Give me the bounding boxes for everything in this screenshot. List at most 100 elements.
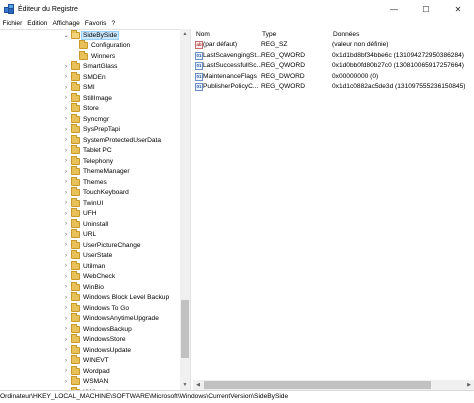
scroll-down-arrow-icon[interactable]: ▼ [180,380,190,390]
chevron-right-icon[interactable]: › [62,95,70,101]
chevron-right-icon[interactable]: › [62,148,70,154]
value-row[interactable]: 01 PublisherPolicyC... REG_QWORD 0x1d1c0882… [193,82,474,93]
chevron-right-icon[interactable]: › [62,379,70,385]
tree-item-stillimage[interactable]: › StillImage [62,92,113,104]
tree-item-sidebyside[interactable]: ⌄ SideBySide [62,30,120,41]
tree-item-userstate[interactable]: › UserState [62,250,113,262]
tree-item-url[interactable]: › URL [62,229,97,241]
tree-item-ufh[interactable]: › UFH [62,208,98,220]
chevron-right-icon[interactable]: › [62,232,70,238]
tree-item-winbio[interactable]: › WinBio [62,281,105,293]
menu-favoris[interactable]: Favoris [82,18,109,29]
chevron-right-icon[interactable]: › [62,316,70,322]
value-row[interactable]: 01 MaintenanceFlags REG_DWORD 0x00000000 (0… [193,72,474,83]
scroll-left-arrow-icon[interactable]: ◀ [193,380,203,390]
chevron-right-icon[interactable]: › [62,179,70,185]
value-data: 0x1d1bd8bf34bbe6c (131094272950386284) [332,51,464,59]
column-header-name[interactable]: Nom [195,29,261,40]
menu-help[interactable]: ? [109,18,118,29]
folder-icon [79,40,88,50]
chevron-right-icon[interactable]: › [62,74,70,80]
tree-item-windowsstore[interactable]: › WindowsStore [62,334,127,346]
close-button[interactable]: ✕ [442,0,474,18]
tree-item-systemprotecteduserdata[interactable]: › SystemProtectedUserData [62,134,162,146]
tree-item-windowsanytimeupgrade[interactable]: › WindowsAnytimeUpgrade [62,313,160,325]
list-scroll-thumb[interactable] [204,381,431,389]
chevron-down-icon[interactable]: ⌄ [62,32,70,39]
menu-fichier[interactable]: Fichier [0,18,25,29]
folder-open-icon [71,30,80,39]
chevron-right-icon[interactable]: › [62,169,70,175]
tree-item-wordpad[interactable]: › Wordpad [62,365,111,377]
chevron-right-icon[interactable]: › [62,190,70,196]
chevron-right-icon[interactable]: › [62,358,70,364]
tree-item-utilman[interactable]: › Utilman [62,260,106,272]
value-row[interactable]: 01 LastSuccessfullSc... REG_QWORD 0x1d0bb0f… [193,61,474,72]
tree-item-label: StillImage [83,94,112,102]
value-row[interactable]: 01 LastScavengingSt... REG_QWORD 0x1d1bd8bf… [193,51,474,62]
chevron-right-icon[interactable]: › [62,284,70,290]
tree-item-smi[interactable]: › SMI [62,82,96,94]
tree-item-windowsbackup[interactable]: › WindowsBackup [62,323,133,335]
tree-item-touchkeyboard[interactable]: › TouchKeyboard [62,187,130,199]
maximize-button[interactable]: ☐ [410,0,442,18]
chevron-right-icon[interactable]: › [62,368,70,374]
chevron-right-icon[interactable]: › [62,326,70,332]
tree-item-thememanager[interactable]: › ThemeManager [62,166,131,178]
chevron-right-icon[interactable]: › [62,337,70,343]
chevron-right-icon[interactable]: › [62,242,70,248]
chevron-right-icon[interactable]: › [62,200,70,206]
tree-scroll-thumb[interactable] [181,300,189,358]
tree-item-webcheck[interactable]: › WebCheck [62,271,116,283]
tree-item-smartglass[interactable]: › SmartGlass [62,61,118,73]
chevron-right-icon[interactable]: › [62,253,70,259]
tree-item-label: ThemeManager [83,168,130,176]
value-name: (par défaut) [203,41,238,48]
chevron-right-icon[interactable]: › [62,116,70,122]
chevron-right-icon[interactable]: › [62,274,70,280]
folder-icon [71,92,80,102]
tree-item-windows-block-level-backup[interactable]: › Windows Block Level Backup [62,292,170,304]
value-row[interactable]: ab (par défaut) REG_SZ (valeur non définie) [193,40,474,51]
chevron-right-icon[interactable]: › [62,221,70,227]
tree-item-syncmgr[interactable]: › Syncmgr [62,113,110,125]
chevron-right-icon[interactable]: › [62,305,70,311]
chevron-right-icon[interactable]: › [62,347,70,353]
tree-item-themes[interactable]: › Themes [62,176,108,188]
column-header-type[interactable]: Type [261,29,333,40]
tree-item-tablet-pc[interactable]: › Tablet PC [62,145,113,157]
scroll-right-arrow-icon[interactable]: ▶ [464,380,474,390]
tree-item-telephony[interactable]: › Telephony [62,155,114,167]
chevron-right-icon[interactable]: › [62,158,70,164]
tree-item-windowsupdate[interactable]: › WindowsUpdate [62,344,132,356]
folder-icon [71,166,80,176]
tree-item-uninstall[interactable]: › Uninstall [62,218,109,230]
chevron-right-icon[interactable]: › [62,263,70,269]
column-header-data[interactable]: Données [332,29,472,40]
tree-item-userpicturechange[interactable]: › UserPictureChange [62,239,142,251]
values-list[interactable]: Nom Type Données ab (par défaut) REG_SZ (va… [193,29,474,390]
tree-item-winevt[interactable]: › WINEVT [62,355,110,367]
chevron-right-icon[interactable]: › [62,211,70,217]
tree-item-winners[interactable]: Winners [70,50,116,62]
scroll-up-arrow-icon[interactable]: ▲ [180,29,190,39]
tree-item-windows-to-go[interactable]: › Windows To Go [62,302,130,314]
tree-vertical-scrollbar[interactable]: ▲ ▼ [180,29,190,390]
menu-affichage[interactable]: Affichage [50,18,82,29]
menu-edition[interactable]: Edition [25,18,50,29]
list-horizontal-scrollbar[interactable]: ◀ ▶ [193,380,474,390]
chevron-right-icon[interactable]: › [62,295,70,301]
tree-item-store[interactable]: › Store [62,103,100,115]
registry-tree[interactable]: ⌄ SideBySide Configuration Winners › SmartG… [0,29,190,390]
minimize-button[interactable]: — [378,0,410,18]
chevron-right-icon[interactable]: › [62,127,70,133]
chevron-right-icon[interactable]: › [62,85,70,91]
tree-item-configuration[interactable]: Configuration [70,40,131,52]
tree-item-smden[interactable]: › SMDEn [62,71,107,83]
chevron-right-icon[interactable]: › [62,64,70,70]
chevron-right-icon[interactable]: › [62,106,70,112]
tree-item-syspreptapi[interactable]: › SysPrepTapi [62,124,121,136]
chevron-right-icon[interactable]: › [62,137,70,143]
tree-item-wsman[interactable]: › WSMAN [62,376,109,388]
tree-item-twinui[interactable]: › TwinUI [62,197,104,209]
